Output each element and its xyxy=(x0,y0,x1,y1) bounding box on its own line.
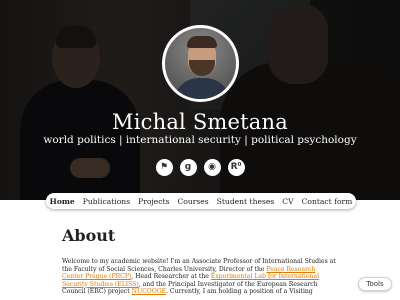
social-links: ⚑ g ◉ R⁰ xyxy=(0,159,400,176)
site-title: Michal Smetana xyxy=(112,110,288,134)
nav-student-theses[interactable]: Student theses xyxy=(217,197,275,206)
nav-projects[interactable]: Projects xyxy=(138,197,169,206)
nav-courses[interactable]: Courses xyxy=(177,197,208,206)
avatar-beard xyxy=(189,60,215,76)
about-paragraph: Welcome to my academic website! I'm an A… xyxy=(62,258,338,300)
researchgate-icon[interactable]: ◉ xyxy=(203,159,221,176)
about-heading: About xyxy=(62,226,116,245)
avatar-shirt xyxy=(173,78,231,99)
nav-publications[interactable]: Publications xyxy=(83,197,130,206)
nav-home[interactable]: Home xyxy=(50,197,75,206)
about-text-2: , Head Researcher at the xyxy=(131,273,211,281)
nucooge-link[interactable]: NUCOOGE xyxy=(132,288,166,295)
site-tagline: world politics | international security … xyxy=(43,134,357,146)
academia-icon[interactable]: R⁰ xyxy=(227,159,245,176)
google-scholar-icon[interactable]: g xyxy=(179,159,197,176)
main-nav: Home Publications Projects Courses Stude… xyxy=(46,193,356,209)
about-text-4: . Currently, I am holding a position of … xyxy=(166,288,313,296)
avatar xyxy=(162,25,239,102)
nav-cv[interactable]: CV xyxy=(282,197,293,206)
avatar-hair xyxy=(187,36,217,48)
tools-button[interactable]: Tools xyxy=(358,277,392,291)
nav-contact-form[interactable]: Contact form xyxy=(302,197,353,206)
hero-banner: Michal Smetana world politics | internat… xyxy=(0,0,400,200)
twitter-icon[interactable]: ⚑ xyxy=(155,159,173,176)
